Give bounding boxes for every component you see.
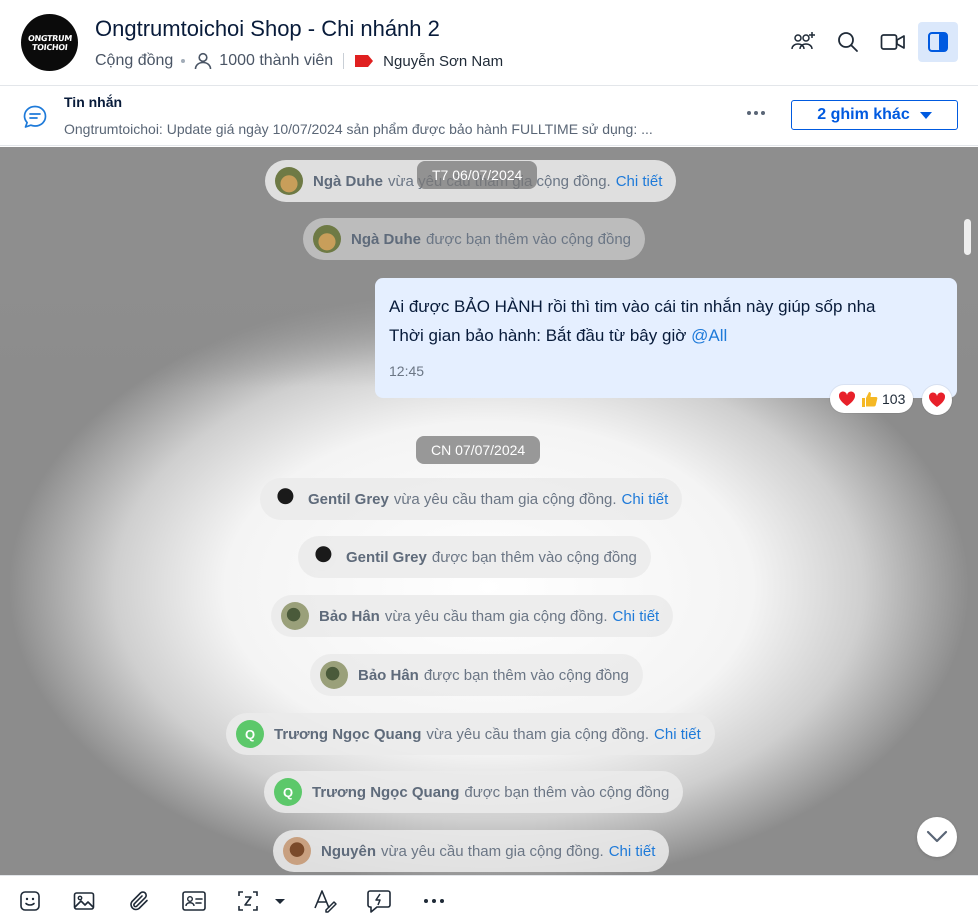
- sticker-icon[interactable]: [15, 886, 45, 916]
- message-icon: [22, 104, 48, 135]
- event-text: được bạn thêm vào cộng đồng: [423, 666, 629, 684]
- quick-message-icon[interactable]: [364, 886, 394, 916]
- message-line-2-text: Thời gian bảo hành: Bắt đầu từ bây giờ: [389, 326, 687, 345]
- event-text: được bạn thêm vào cộng đồng: [426, 230, 632, 248]
- avatar-logo-text-1: ONGTRUM: [27, 33, 72, 43]
- user-avatar[interactable]: [308, 543, 336, 571]
- conversation-header: ONGTRUM TOICHOI Ongtrumtoichoi Shop - Ch…: [0, 0, 978, 86]
- details-link[interactable]: Chi tiết: [622, 491, 669, 508]
- user-name[interactable]: Ngà Duhe: [351, 231, 421, 248]
- system-message: Nguyên vừa yêu cầu tham gia cộng đồng. C…: [273, 830, 670, 872]
- chevron-down-icon: [926, 830, 948, 843]
- scroll-to-bottom-button[interactable]: [917, 817, 957, 857]
- message-line-1: Ai được BẢO HÀNH rồi thì tim vào cái tin…: [389, 297, 876, 316]
- user-name[interactable]: Ngà Duhe: [313, 173, 383, 190]
- user-name[interactable]: Gentil Grey: [308, 491, 389, 508]
- add-member-icon[interactable]: [783, 22, 823, 62]
- heart-icon: [928, 392, 946, 407]
- format-text-icon[interactable]: [310, 886, 340, 916]
- thumbs-up-icon: [862, 392, 878, 407]
- details-link[interactable]: Chi tiết: [654, 726, 701, 743]
- scrollbar-thumb[interactable]: [964, 219, 971, 255]
- sidebar-toggle-icon[interactable]: [918, 22, 958, 62]
- date-separator: T7 06/07/2024: [417, 161, 538, 189]
- user-avatar[interactable]: Q: [274, 778, 302, 806]
- pinned-message-text[interactable]: Ongtrumtoichoi: Update giá ngày 10/07/20…: [64, 121, 724, 137]
- react-heart-button[interactable]: [922, 385, 952, 415]
- group-avatar[interactable]: ONGTRUM TOICHOI: [21, 14, 78, 71]
- group-type-label: Cộng đồng: [95, 52, 174, 69]
- user-name[interactable]: Trương Ngọc Quang: [312, 784, 459, 801]
- user-name[interactable]: Gentil Grey: [346, 549, 427, 566]
- event-text: vừa yêu cầu tham gia cộng đồng.: [393, 490, 617, 508]
- details-link[interactable]: Chi tiết: [613, 608, 660, 625]
- more-icon[interactable]: [419, 886, 449, 916]
- user-name[interactable]: Trương Ngọc Quang: [274, 726, 421, 743]
- user-avatar[interactable]: [275, 167, 303, 195]
- event-text: được bạn thêm vào cộng đồng: [464, 783, 670, 801]
- pinned-message-bar[interactable]: Tin nhắn Ongtrumtoichoi: Update giá ngày…: [0, 86, 978, 146]
- system-message: Bảo Hân được bạn thêm vào cộng đồng: [310, 654, 643, 696]
- system-message: Gentil Grey được bạn thêm vào cộng đồng: [298, 536, 651, 578]
- message-bubble[interactable]: Ai được BẢO HÀNH rồi thì tim vào cái tin…: [375, 278, 957, 398]
- user-avatar[interactable]: [283, 837, 311, 865]
- separator-dot: [181, 59, 186, 63]
- user-avatar[interactable]: [320, 661, 348, 689]
- attachment-icon[interactable]: [124, 886, 154, 916]
- event-text: vừa yêu cầu tham gia cộng đồng.: [426, 725, 650, 743]
- user-avatar[interactable]: [281, 602, 309, 630]
- system-message: Gentil Grey vừa yêu cầu tham gia cộng đồ…: [260, 478, 683, 520]
- system-message: Bảo Hân vừa yêu cầu tham gia cộng đồng. …: [271, 595, 674, 637]
- owner-name[interactable]: Nguyễn Sơn Nam: [383, 53, 503, 70]
- avatar-logo-text-2: TOICHOI: [31, 42, 68, 52]
- user-name[interactable]: Nguyên: [321, 843, 376, 860]
- details-link[interactable]: Chi tiết: [609, 843, 656, 860]
- member-count[interactable]: 1000 thành viên: [219, 52, 333, 70]
- system-message: Ngà Duhe được bạn thêm vào cộng đồng: [303, 218, 646, 260]
- screenshot-icon[interactable]: [234, 886, 288, 916]
- system-message: Q Trương Ngọc Quang được bạn thêm vào cộ…: [264, 771, 684, 813]
- message-line-2: Thời gian bảo hành: Bắt đầu từ bây giờ @…: [389, 321, 943, 350]
- search-icon[interactable]: [828, 22, 868, 62]
- event-text: vừa yêu cầu tham gia cộng đồng.: [384, 607, 608, 625]
- image-icon[interactable]: [69, 886, 99, 916]
- system-message: Q Trương Ngọc Quang vừa yêu cầu tham gia…: [226, 713, 715, 755]
- more-pins-label: 2 ghim khác: [817, 106, 910, 123]
- heart-icon: [838, 391, 856, 406]
- event-text: vừa yêu cầu tham gia cộng đồng.: [381, 842, 604, 860]
- message-time: 12:45: [389, 363, 425, 379]
- reaction-count: 103: [882, 391, 906, 407]
- user-avatar[interactable]: Q: [236, 720, 264, 748]
- pinned-label: Tin nhắn: [64, 94, 123, 110]
- group-meta: Cộng đồng 1000 thành viên Nguyễn Sơn Nam: [95, 51, 503, 71]
- reaction-summary[interactable]: 103: [830, 385, 914, 413]
- more-pins-button[interactable]: 2 ghim khác: [791, 100, 958, 130]
- date-separator: CN 07/07/2024: [416, 436, 541, 464]
- event-text: được bạn thêm vào cộng đồng: [431, 548, 637, 566]
- separator-line: [343, 53, 345, 69]
- user-name[interactable]: Bảo Hân: [319, 608, 380, 625]
- caret-down-icon: [919, 111, 932, 119]
- user-avatar[interactable]: [313, 225, 341, 253]
- member-icon[interactable]: [193, 51, 213, 71]
- more-options-icon[interactable]: [740, 100, 772, 126]
- contact-card-icon[interactable]: [179, 886, 209, 916]
- video-call-icon[interactable]: [873, 22, 913, 62]
- chat-area[interactable]: T7 06/07/2024 Ngà Duhe vừa yêu cầu tham …: [0, 147, 978, 875]
- mention-all[interactable]: @All: [691, 326, 727, 345]
- details-link[interactable]: Chi tiết: [616, 173, 663, 190]
- group-title[interactable]: Ongtrumtoichoi Shop - Chi nhánh 2: [95, 16, 440, 42]
- composer-toolbar: [0, 875, 978, 924]
- label-tag-icon[interactable]: [354, 54, 374, 68]
- user-avatar[interactable]: [270, 485, 298, 513]
- user-name[interactable]: Bảo Hân: [358, 667, 419, 684]
